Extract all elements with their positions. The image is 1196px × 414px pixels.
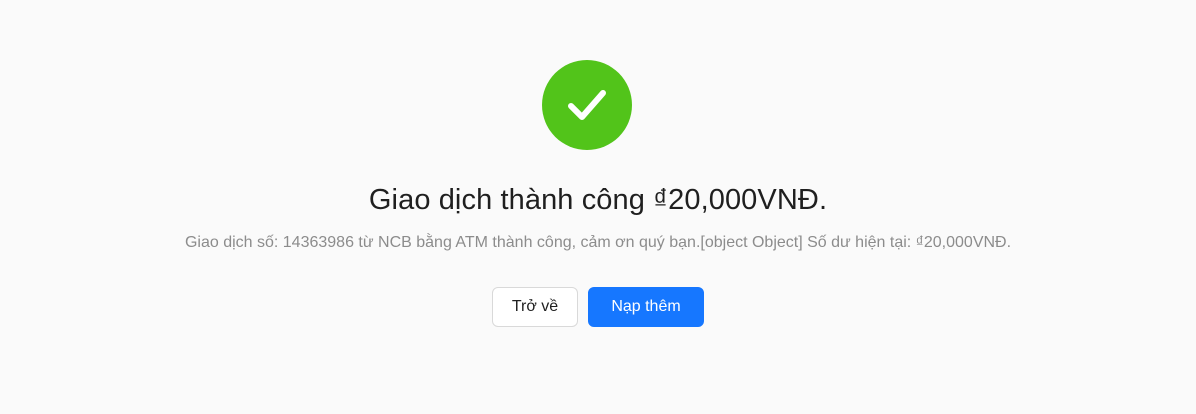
result-actions: Trở về Nạp thêm (0, 287, 1196, 327)
result-page: Giao dịch thành công ₫20,000VNĐ. Giao dị… (0, 0, 1196, 414)
result-subtitle: Giao dịch số: 14363986 từ NCB bằng ATM t… (184, 234, 1012, 251)
checkmark-icon (568, 90, 606, 120)
check-circle-icon (542, 60, 632, 150)
result-title: Giao dịch thành công ₫20,000VNĐ. (368, 184, 828, 216)
back-button[interactable]: Trở về (492, 287, 578, 327)
topup-button[interactable]: Nạp thêm (588, 287, 704, 327)
